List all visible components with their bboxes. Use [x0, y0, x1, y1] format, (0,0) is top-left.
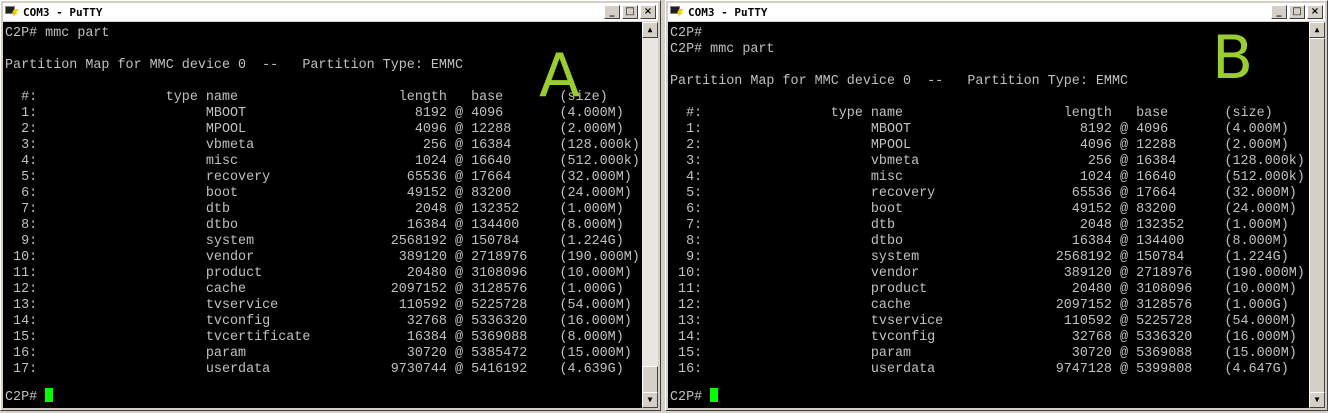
terminal-line: 3: vbmeta 256 @ 16384 (128.000k)	[5, 138, 640, 153]
vertical-scrollbar[interactable]: ▲ ▼	[642, 22, 658, 408]
terminal-line: 16: param 30720 @ 5385472 (15.000M)	[5, 346, 632, 361]
window-title: COM3 - PuTTY	[23, 5, 103, 19]
maximize-button[interactable]: □	[1289, 5, 1305, 19]
command-prompt[interactable]: C2P#	[5, 388, 54, 406]
putty-icon[interactable]	[670, 6, 684, 18]
terminal-line: 3: vbmeta 256 @ 16384 (128.000k)	[670, 154, 1305, 169]
prompt-text: C2P#	[670, 390, 711, 405]
scroll-up-button[interactable]: ▲	[642, 22, 658, 38]
prompt-text: C2P#	[5, 390, 46, 405]
terminal-line: 6: boot 49152 @ 83200 (24.000M)	[670, 202, 1297, 217]
close-button[interactable]: ×	[1307, 5, 1323, 19]
title-bar[interactable]: COM3 - PuTTY _ □ ×	[668, 3, 1325, 21]
terminal-line: 4: misc 1024 @ 16640 (512.000k)	[5, 154, 640, 169]
terminal-line: 13: tvservice 110592 @ 5225728 (54.000M)	[5, 298, 632, 313]
title-bar[interactable]: COM3 - PuTTY _ □ ×	[3, 3, 658, 21]
scroll-down-button[interactable]: ▼	[1309, 392, 1325, 408]
terminal-line: 15: param 30720 @ 5369088 (15.000M)	[670, 346, 1297, 361]
putty-window-a[interactable]: COM3 - PuTTY _ □ × C2P# mmc part Partitio…	[0, 0, 661, 411]
scroll-up-button[interactable]: ▲	[1309, 22, 1325, 38]
terminal-line: 10: vendor 389120 @ 2718976 (190.000M)	[670, 266, 1305, 281]
terminal-line: 11: product 20480 @ 3108096 (10.000M)	[670, 282, 1297, 297]
text-cursor	[710, 388, 719, 402]
terminal-line: 8: dtbo 16384 @ 134400 (8.000M)	[670, 234, 1289, 249]
terminal-line: 14: tvconfig 32768 @ 5336320 (16.000M)	[5, 314, 632, 329]
terminal-line: 13: tvservice 110592 @ 5225728 (54.000M)	[670, 314, 1297, 329]
command-prompt[interactable]: C2P#	[670, 388, 719, 406]
terminal-line: 2: MPOOL 4096 @ 12288 (2.000M)	[670, 138, 1289, 153]
terminal-line: C2P# mmc part	[5, 26, 110, 41]
terminal-line: 5: recovery 65536 @ 17664 (32.000M)	[5, 170, 632, 185]
overlay-label-a: A	[539, 41, 581, 111]
terminal-line: 4: misc 1024 @ 16640 (512.000k)	[670, 170, 1305, 185]
terminal-line: 15: tvcertificate 16384 @ 5369088 (8.000…	[5, 330, 624, 345]
terminal-line: 14: tvconfig 32768 @ 5336320 (16.000M)	[670, 330, 1297, 345]
close-button[interactable]: ×	[640, 5, 656, 19]
terminal-line: 17: userdata 9730744 @ 5416192 (4.639G)	[5, 362, 624, 377]
putty-window-b[interactable]: COM3 - PuTTY _ □ × C2P# C2P# mmc part Part…	[665, 0, 1328, 411]
terminal-line: 16: userdata 9747128 @ 5399808 (4.647G)	[670, 362, 1289, 377]
minimize-button[interactable]: _	[1271, 5, 1287, 19]
terminal-line: 7: dtb 2048 @ 132352 (1.000M)	[5, 202, 624, 217]
terminal-line: 1: MBOOT 8192 @ 4096 (4.000M)	[670, 122, 1289, 137]
terminal-line: 2: MPOOL 4096 @ 12288 (2.000M)	[5, 122, 624, 137]
terminal-line: #: type name length base (size)	[670, 106, 1273, 121]
terminal-line: 12: cache 2097152 @ 3128576 (1.000G)	[670, 298, 1289, 313]
putty-icon[interactable]	[5, 6, 19, 18]
terminal-line: 6: boot 49152 @ 83200 (24.000M)	[5, 186, 632, 201]
terminal-area[interactable]: C2P# mmc part Partition Map for MMC devic…	[3, 22, 642, 408]
terminal-line: 11: product 20480 @ 3108096 (10.000M)	[5, 266, 632, 281]
terminal-line: 5: recovery 65536 @ 17664 (32.000M)	[670, 186, 1297, 201]
window-title: COM3 - PuTTY	[688, 5, 768, 19]
terminal-line: 10: vendor 389120 @ 2718976 (190.000M)	[5, 250, 640, 265]
terminal-line: 8: dtbo 16384 @ 134400 (8.000M)	[5, 218, 624, 233]
scrollbar-thumb[interactable]	[1309, 38, 1325, 394]
overlay-label-b: B	[1212, 23, 1254, 93]
vertical-scrollbar[interactable]: ▲ ▼	[1309, 22, 1325, 408]
terminal-line: 12: cache 2097152 @ 3128576 (1.000G)	[5, 282, 624, 297]
scroll-down-button[interactable]: ▼	[642, 392, 658, 408]
minimize-button[interactable]: _	[604, 5, 620, 19]
terminal-line: 9: system 2568192 @ 150784 (1.224G)	[670, 250, 1289, 265]
maximize-button[interactable]: □	[622, 5, 638, 19]
text-cursor	[45, 388, 54, 402]
terminal-line: 7: dtb 2048 @ 132352 (1.000M)	[670, 218, 1289, 233]
terminal-area[interactable]: C2P# C2P# mmc part Partition Map for MMC d…	[668, 22, 1309, 408]
terminal-line: 9: system 2568192 @ 150784 (1.224G)	[5, 234, 624, 249]
